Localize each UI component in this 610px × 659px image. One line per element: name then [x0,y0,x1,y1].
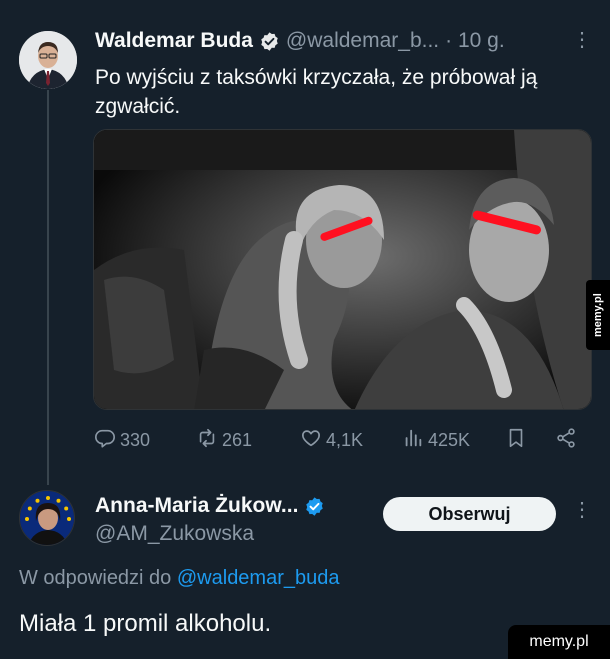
watermark-corner: memy.pl [508,625,610,659]
bookmark-button[interactable] [505,427,527,454]
bookmark-icon [505,427,527,454]
repost-icon [196,427,218,454]
verified-badge-icon [259,31,280,52]
reply-count: 330 [120,430,151,450]
heart-icon [300,427,322,454]
like-count: 4,1K [326,430,364,450]
more-dots-icon[interactable]: ⋮ [572,30,592,50]
tweet-time[interactable]: · 10 g. [445,29,505,53]
tweet-header: Anna-Maria Żukow... [95,494,325,518]
more-dots-icon[interactable]: ⋮ [572,500,592,520]
reply-button[interactable]: 330 [94,427,150,454]
views-button[interactable]: 425K [402,427,470,454]
reply-mention-link[interactable]: @waldemar_buda [177,567,340,589]
share-button[interactable] [555,427,577,454]
tweet-text: Miała 1 promil alkoholu. [19,610,272,637]
author-name[interactable]: Waldemar Buda [95,29,253,53]
author-name[interactable]: Anna-Maria Żukow... [95,494,298,518]
views-count: 425K [428,430,471,450]
avatar[interactable] [19,490,75,546]
tweet-media-image[interactable] [93,129,592,410]
tweet-text: Po wyjściu z taksówki krzyczała, że prób… [95,66,538,118]
tweet-actions-bar: 330 261 4,1K 425K [94,427,584,455]
repost-count: 261 [222,430,253,450]
share-icon [555,427,577,454]
views-icon [402,427,424,454]
author-handle[interactable]: @AM_Zukowska [95,522,254,546]
reply-icon [94,427,116,454]
like-button[interactable]: 4,1K [300,427,363,454]
avatar[interactable] [19,31,77,89]
tweet-header: Waldemar Buda @waldemar_b... · 10 g. [95,29,505,53]
reply-prefix: W odpowiedzi do [19,567,172,589]
author-handle[interactable]: @waldemar_b... [286,29,439,53]
repost-button[interactable]: 261 [196,427,252,454]
verified-badge-icon [304,496,325,517]
thread-connector-line [47,90,49,485]
follow-button[interactable]: Obserwuj [383,497,556,531]
watermark-side: memy.pl [586,280,610,350]
reply-context: W odpowiedzi do @waldemar_buda [19,567,340,590]
